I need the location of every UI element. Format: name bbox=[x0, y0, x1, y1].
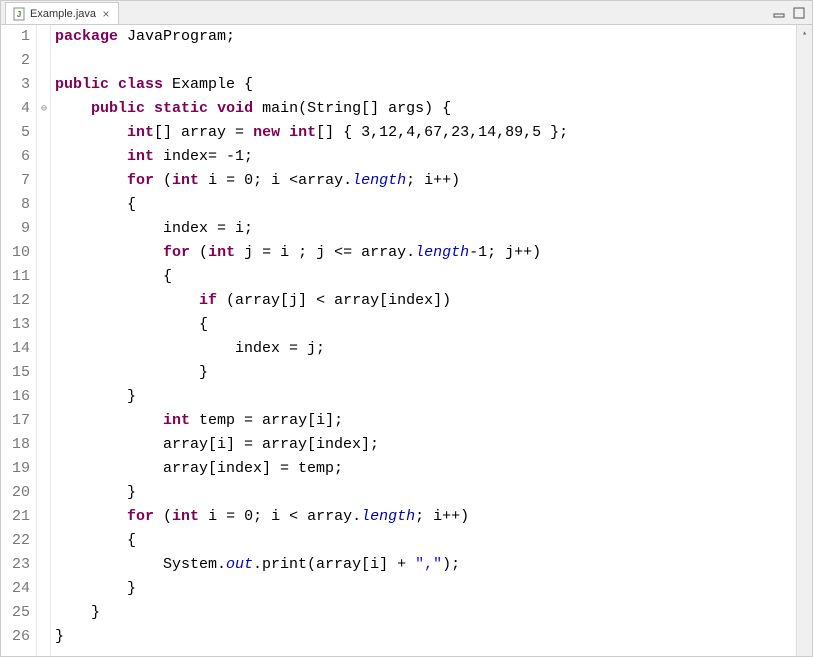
code-line: } bbox=[55, 361, 796, 385]
line-number: 8 bbox=[1, 193, 30, 217]
line-number: 5 bbox=[1, 121, 30, 145]
tab-filename: Example.java bbox=[30, 8, 96, 20]
maximize-button[interactable] bbox=[792, 6, 808, 20]
code-line: } bbox=[55, 481, 796, 505]
line-number: 20 bbox=[1, 481, 30, 505]
line-number: 12 bbox=[1, 289, 30, 313]
editor-area: 1234567891011121314151617181920212223242… bbox=[1, 25, 812, 656]
line-number: 19 bbox=[1, 457, 30, 481]
vertical-scrollbar[interactable]: ▴ bbox=[796, 25, 812, 656]
line-number-gutter: 1234567891011121314151617181920212223242… bbox=[1, 25, 37, 656]
code-line: } bbox=[55, 577, 796, 601]
code-line: for (int j = i ; j <= array.length-1; j+… bbox=[55, 241, 796, 265]
toolbar-right bbox=[772, 6, 808, 20]
line-number: 18 bbox=[1, 433, 30, 457]
override-marker-icon: ⊖ bbox=[38, 103, 50, 115]
line-number: 4 bbox=[1, 97, 30, 121]
code-line: package JavaProgram; bbox=[55, 25, 796, 49]
code-line: } bbox=[55, 625, 796, 649]
line-number: 3 bbox=[1, 73, 30, 97]
line-number: 25 bbox=[1, 601, 30, 625]
code-line: int index= -1; bbox=[55, 145, 796, 169]
code-line bbox=[55, 49, 796, 73]
line-number: 23 bbox=[1, 553, 30, 577]
code-line: { bbox=[55, 313, 796, 337]
line-number: 14 bbox=[1, 337, 30, 361]
line-number: 24 bbox=[1, 577, 30, 601]
close-icon[interactable]: × bbox=[100, 8, 112, 20]
editor-tab[interactable]: J Example.java × bbox=[5, 2, 119, 24]
java-file-icon: J bbox=[12, 7, 26, 21]
line-number: 2 bbox=[1, 49, 30, 73]
line-number: 1 bbox=[1, 25, 30, 49]
code-line: public static void main(String[] args) { bbox=[55, 97, 796, 121]
code-line: } bbox=[55, 601, 796, 625]
line-number: 13 bbox=[1, 313, 30, 337]
marker-column: ⊖ bbox=[37, 25, 51, 656]
code-line: { bbox=[55, 265, 796, 289]
tab-bar: J Example.java × bbox=[1, 1, 812, 25]
code-line: { bbox=[55, 529, 796, 553]
line-number: 22 bbox=[1, 529, 30, 553]
line-number: 15 bbox=[1, 361, 30, 385]
code-line: index = i; bbox=[55, 217, 796, 241]
code-line: if (array[j] < array[index]) bbox=[55, 289, 796, 313]
code-editor[interactable]: package JavaProgram; public class Exampl… bbox=[51, 25, 796, 656]
code-line: public class Example { bbox=[55, 73, 796, 97]
code-line: index = j; bbox=[55, 337, 796, 361]
line-number: 10 bbox=[1, 241, 30, 265]
code-line: array[index] = temp; bbox=[55, 457, 796, 481]
line-number: 17 bbox=[1, 409, 30, 433]
line-number: 16 bbox=[1, 385, 30, 409]
code-line: array[i] = array[index]; bbox=[55, 433, 796, 457]
code-line: for (int i = 0; i <array.length; i++) bbox=[55, 169, 796, 193]
line-number: 11 bbox=[1, 265, 30, 289]
minimize-button[interactable] bbox=[772, 6, 788, 20]
code-line: } bbox=[55, 385, 796, 409]
line-number: 26 bbox=[1, 625, 30, 649]
code-line: int temp = array[i]; bbox=[55, 409, 796, 433]
line-number: 7 bbox=[1, 169, 30, 193]
code-line: System.out.print(array[i] + ","); bbox=[55, 553, 796, 577]
line-number: 9 bbox=[1, 217, 30, 241]
line-number: 21 bbox=[1, 505, 30, 529]
code-line: { bbox=[55, 193, 796, 217]
svg-text:J: J bbox=[17, 10, 21, 19]
scroll-up-icon[interactable]: ▴ bbox=[797, 25, 812, 41]
code-line: int[] array = new int[] { 3,12,4,67,23,1… bbox=[55, 121, 796, 145]
code-line: for (int i = 0; i < array.length; i++) bbox=[55, 505, 796, 529]
line-number: 6 bbox=[1, 145, 30, 169]
